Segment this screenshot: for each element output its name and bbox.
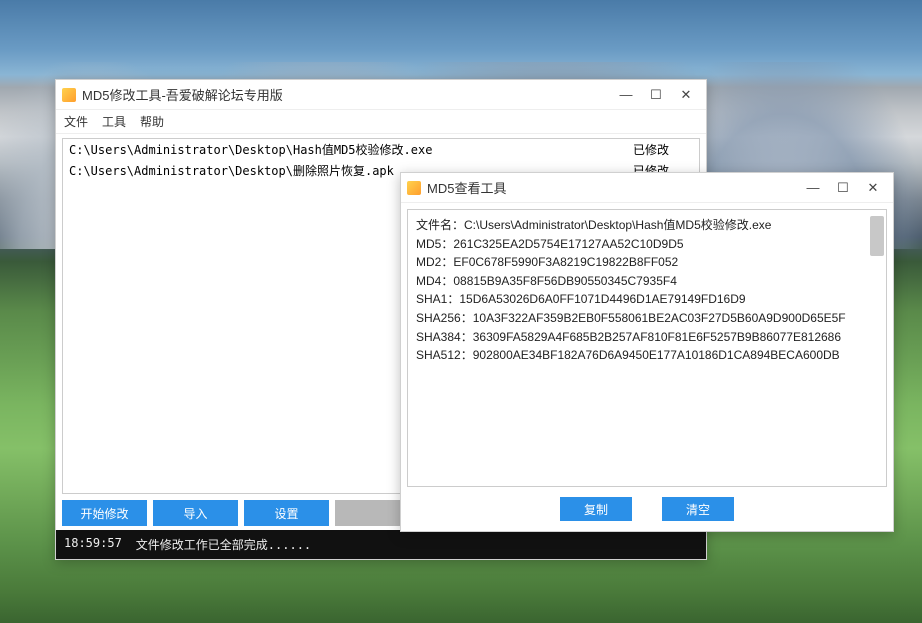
scrollbar-thumb[interactable] [870,216,884,256]
status-bar: 18:59:57 文件修改工作已全部完成...... [56,530,706,559]
copy-button[interactable]: 复制 [560,497,632,521]
titlebar[interactable]: MD5查看工具 — ☐ ✕ [401,173,893,203]
status-time: 18:59:57 [64,536,122,553]
close-button[interactable]: ✕ [859,177,887,199]
hash-algo: MD4 [416,272,441,291]
import-button[interactable]: 导入 [153,500,238,526]
hash-line: SHA1：15D6A53026D6A0FF1071D4496D1AE79149F… [416,290,878,309]
minimize-button[interactable]: — [799,177,827,199]
settings-button[interactable]: 设置 [244,500,329,526]
hash-line: MD4：08815B9A35F8F56DB90550345C7935F4 [416,272,878,291]
maximize-button[interactable]: ☐ [642,84,670,106]
md5-viewer-window: MD5查看工具 — ☐ ✕ 文件名： C:\Users\Administrato… [400,172,894,532]
hash-value: 10A3F322AF359B2EB0F558061BE2AC03F27D5B60… [473,309,846,328]
hash-algo: MD5 [416,235,441,254]
hash-line: MD2：EF0C678F5990F3A8219C19822B8FF052 [416,253,878,272]
start-modify-button[interactable]: 开始修改 [62,500,147,526]
action-bar: 复制 清空 [401,493,893,531]
hash-algo: SHA1 [416,290,447,309]
close-button[interactable]: ✕ [672,84,700,106]
hash-output[interactable]: 文件名： C:\Users\Administrator\Desktop\Hash… [407,209,887,487]
hash-value: 36309FA5829A4F685B2B257AF810F81E6F5257B9… [473,328,841,347]
menu-help[interactable]: 帮助 [140,113,164,130]
hash-value: 15D6A53026D6A0FF1071D4496D1AE79149FD16D9 [459,290,745,309]
maximize-button[interactable]: ☐ [829,177,857,199]
list-item[interactable]: C:\Users\Administrator\Desktop\Hash值MD5校… [63,139,699,160]
hash-line: SHA384：36309FA5829A4F685B2B257AF810F81E6… [416,328,878,347]
menu-tools[interactable]: 工具 [102,113,126,130]
hash-line: SHA256：10A3F322AF359B2EB0F558061BE2AC03F… [416,309,878,328]
app-icon [62,88,76,102]
status-message: 文件修改工作已全部完成...... [136,536,311,553]
hash-algo: SHA256 [416,309,461,328]
filename-label: 文件名： [416,216,464,235]
file-path: C:\Users\Administrator\Desktop\Hash值MD5校… [69,141,633,158]
file-status: 已修改 [633,141,693,158]
hash-value: 902800AE34BF182A76D6A9450E177A10186D1CA8… [473,346,840,365]
hash-line: SHA512：902800AE34BF182A76D6A9450E177A101… [416,346,878,365]
hash-value: 08815B9A35F8F56DB90550345C7935F4 [453,272,677,291]
menubar: 文件 工具 帮助 [56,110,706,134]
menu-file[interactable]: 文件 [64,113,88,130]
hash-algo: SHA512 [416,346,461,365]
filename-line: 文件名： C:\Users\Administrator\Desktop\Hash… [416,216,878,235]
clear-button[interactable]: 清空 [662,497,734,521]
hash-value: EF0C678F5990F3A8219C19822B8FF052 [453,253,678,272]
window-title: MD5查看工具 [427,178,799,197]
minimize-button[interactable]: — [612,84,640,106]
hash-algo: MD2 [416,253,441,272]
app-icon [407,181,421,195]
hash-line: MD5：261C325EA2D5754E17127AA52C10D9D5 [416,235,878,254]
filename-value: C:\Users\Administrator\Desktop\Hash值MD5校… [464,216,771,235]
hash-algo: SHA384 [416,328,461,347]
titlebar[interactable]: MD5修改工具-吾爱破解论坛专用版 — ☐ ✕ [56,80,706,110]
hash-value: 261C325EA2D5754E17127AA52C10D9D5 [453,235,683,254]
window-title: MD5修改工具-吾爱破解论坛专用版 [82,85,612,104]
